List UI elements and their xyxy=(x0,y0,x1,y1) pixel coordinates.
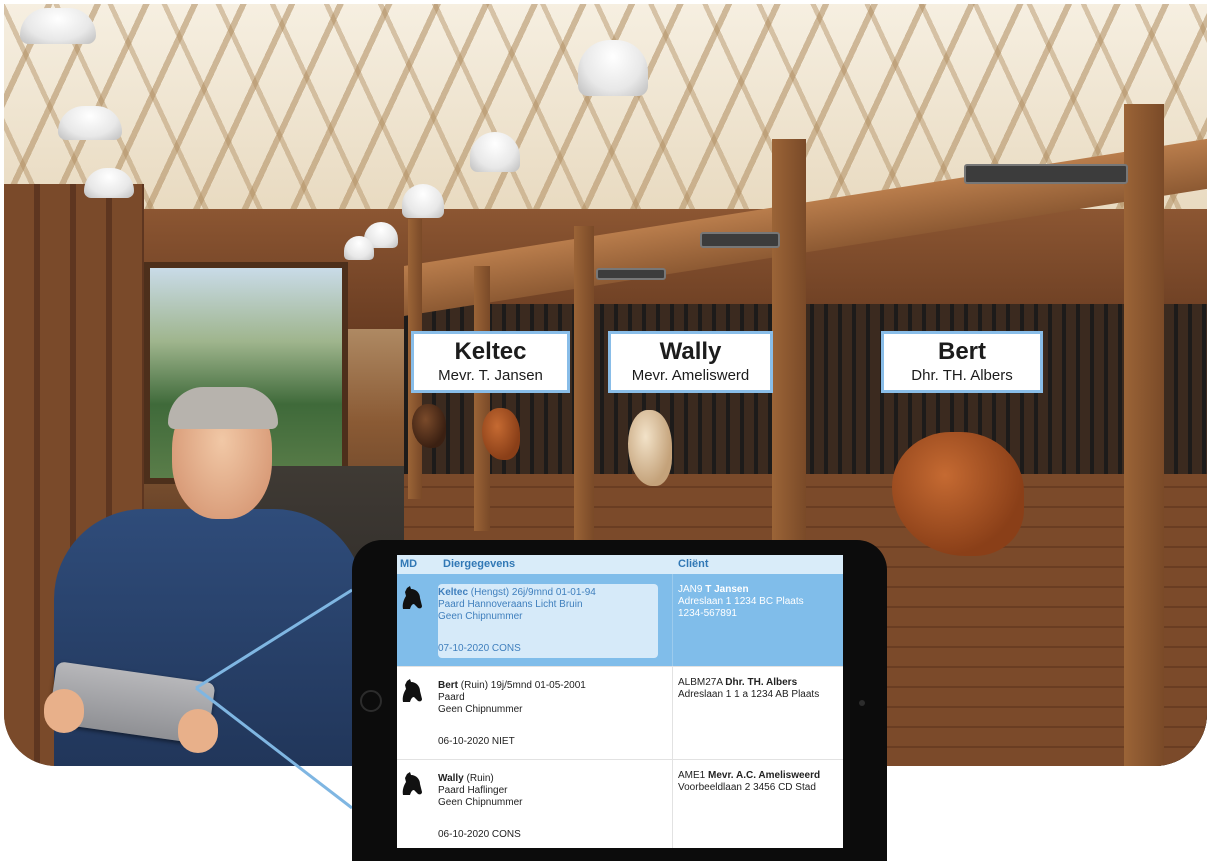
tablet-screen: MD Diergegevens Cliënt Keltec (Hengst) 2… xyxy=(397,555,843,848)
horse-head-icon xyxy=(402,679,422,702)
name-card-keltec: Keltec Mevr. T. Jansen xyxy=(411,331,570,393)
animal-details: Bert (Ruin) 19j/5mnd 01-05-2001 Paard Ge… xyxy=(438,677,658,751)
camera-dot xyxy=(859,700,865,706)
client-details: ALBM27A Dhr. TH. Albers Adreslaan 1 1 a … xyxy=(678,677,838,701)
animal-details-text: (Ruin) xyxy=(466,773,494,784)
animal-name: Keltec xyxy=(438,587,469,598)
client-phone: 1234-567891 xyxy=(678,608,737,619)
table-row[interactable]: Wally (Ruin) Paard Haflinger Geen Chipnu… xyxy=(397,760,843,848)
animal-chip: Geen Chipnummer xyxy=(438,797,523,808)
column-animal-data[interactable]: Diergegevens xyxy=(443,558,515,570)
tablet-device: MD Diergegevens Cliënt Keltec (Hengst) 2… xyxy=(352,540,887,861)
column-client[interactable]: Cliënt xyxy=(678,558,709,570)
client-name: Mevr. A.C. Amelisweerd xyxy=(708,770,821,781)
animal-name: Bert xyxy=(438,680,459,691)
client-name: T Jansen xyxy=(705,584,749,595)
animal-chip: Geen Chipnummer xyxy=(438,611,523,622)
animal-name: Wally xyxy=(438,773,464,784)
visit-date: 06-10-2020 CONS xyxy=(438,829,521,840)
client-address: Adreslaan 1 1 a 1234 AB Plaats xyxy=(678,689,820,700)
owner-name: Mevr. T. Jansen xyxy=(438,367,543,384)
owner-name: Mevr. Ameliswerd xyxy=(631,367,750,384)
horse-name: Wally xyxy=(659,338,722,365)
animal-species: Paard Haflinger xyxy=(438,785,508,796)
column-md[interactable]: MD xyxy=(400,558,417,570)
owner-name: Dhr. TH. Albers xyxy=(911,367,1013,384)
client-code: ALBM27A xyxy=(678,677,723,688)
animal-details: Keltec (Hengst) 26j/9mnd 01-01-94 Paard … xyxy=(438,584,658,658)
column-separator xyxy=(672,574,673,666)
name-card-wally: Wally Mevr. Ameliswerd xyxy=(608,331,773,393)
animal-details: Wally (Ruin) Paard Haflinger Geen Chipnu… xyxy=(438,770,658,844)
client-details: AME1 Mevr. A.C. Amelisweerd Voorbeeldlaa… xyxy=(678,770,838,794)
animal-details-text: (Hengst) 26j/9mnd 01-01-94 xyxy=(470,587,596,598)
visit-date: 06-10-2020 NIET xyxy=(438,736,515,747)
horse-name: Bert xyxy=(937,338,986,365)
client-details: JAN9 T Jansen Adreslaan 1 1234 BC Plaats… xyxy=(678,584,838,620)
animal-species: Paard Hannoveraans Licht Bruin xyxy=(438,599,583,610)
animal-species: Paard xyxy=(438,692,465,703)
client-code: JAN9 xyxy=(678,584,703,595)
client-address: Adreslaan 1 1234 BC Plaats xyxy=(678,596,804,607)
visit-date: 07-10-2020 CONS xyxy=(438,643,521,654)
animal-details-text: (Ruin) 19j/5mnd 01-05-2001 xyxy=(460,680,586,691)
horse-head-icon xyxy=(402,772,422,795)
client-address: Voorbeeldlaan 2 3456 CD Stad xyxy=(678,782,816,793)
horse-head-icon xyxy=(402,586,422,609)
home-button[interactable] xyxy=(360,690,382,712)
column-separator xyxy=(672,667,673,759)
client-name: Dhr. TH. Albers xyxy=(725,677,798,688)
column-separator xyxy=(672,760,673,848)
table-row[interactable]: Bert (Ruin) 19j/5mnd 01-05-2001 Paard Ge… xyxy=(397,667,843,760)
animal-chip: Geen Chipnummer xyxy=(438,704,523,715)
client-code: AME1 xyxy=(678,770,706,781)
table-header: MD Diergegevens Cliënt xyxy=(397,555,843,574)
name-card-bert: Bert Dhr. TH. Albers xyxy=(881,331,1043,393)
table-row[interactable]: Keltec (Hengst) 26j/9mnd 01-01-94 Paard … xyxy=(397,574,843,667)
horse-name: Keltec xyxy=(454,338,527,365)
